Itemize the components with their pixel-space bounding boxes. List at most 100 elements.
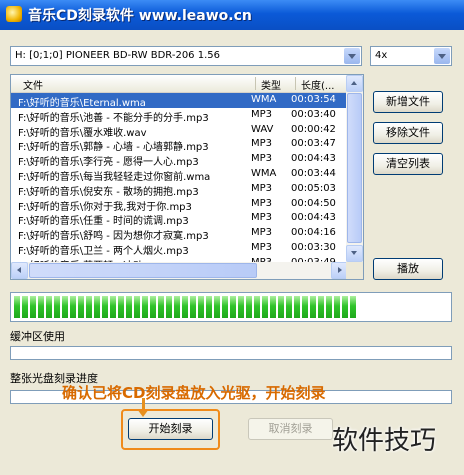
file-duration-cell: 00:03:47 xyxy=(291,138,336,150)
file-type-cell: MP3 xyxy=(251,182,273,194)
drive-select-value: H: [0;1;0] PIONEER BD-RW BDR-206 1.56 xyxy=(15,50,220,61)
table-row[interactable]: F:\好听的音乐\池善 - 不能分手的分手.mp3 MP3 00:03:40 xyxy=(11,108,347,124)
column-divider[interactable] xyxy=(295,77,296,90)
progress-segment xyxy=(126,296,132,318)
app-icon xyxy=(6,6,22,22)
file-duration-cell: 00:03:44 xyxy=(291,167,336,179)
progress-segment xyxy=(166,296,172,318)
file-name-cell: F:\好听的音乐\你对于我,我对于你.mp3 xyxy=(18,201,192,213)
column-header-type[interactable]: 类型 xyxy=(261,77,281,92)
column-header-file[interactable]: 文件 xyxy=(23,77,43,92)
progress-segment xyxy=(294,296,300,318)
burn-progress-bar xyxy=(10,292,452,322)
file-list[interactable]: 文件 类型 长度(... F:\好听的音乐\Eternal.wma WMA 00:0… xyxy=(10,74,364,280)
buffer-label: 缓冲区使用 xyxy=(10,330,65,343)
file-name-cell: F:\好听的音乐\舒鸣 - 因为想你才寂寞.mp3 xyxy=(18,231,209,243)
table-row[interactable]: F:\好听的音乐\卫兰 - 两个人烟火.mp3 MP3 00:03:30 xyxy=(11,241,347,257)
progress-segment xyxy=(142,296,148,318)
table-row[interactable]: F:\好听的音乐\覆水难收.wav WAV 00:00:42 xyxy=(11,123,347,139)
progress-segment xyxy=(326,296,332,318)
file-name-cell: F:\好听的音乐\郭静 - 心墙 - 心墙郭静.mp3 xyxy=(18,142,209,154)
file-type-cell: MP3 xyxy=(251,227,273,239)
file-name-cell: F:\好听的音乐\池善 - 不能分手的分手.mp3 xyxy=(18,112,209,124)
table-row[interactable]: F:\好听的音乐\Eternal.wma WMA 00:03:54 xyxy=(11,93,347,109)
progress-segment xyxy=(334,296,340,318)
progress-segment xyxy=(110,296,116,318)
table-row[interactable]: F:\好听的音乐\舒鸣 - 因为想你才寂寞.mp3 MP3 00:04:16 xyxy=(11,226,347,243)
table-row[interactable]: F:\好听的音乐\郭静 - 心墙 - 心墙郭静.mp3 MP3 00:03:47 xyxy=(11,137,347,154)
progress-segment xyxy=(54,296,60,318)
scroll-thumb[interactable] xyxy=(29,263,257,278)
cancel-burn-button: 取消刻录 xyxy=(248,418,333,440)
file-duration-cell: 00:04:50 xyxy=(291,197,336,209)
file-type-cell: MP3 xyxy=(251,241,273,253)
progress-segment xyxy=(22,296,28,318)
horizontal-scrollbar[interactable] xyxy=(11,262,348,279)
file-name-cell: F:\好听的音乐\李行亮 - 愿得一人心.mp3 xyxy=(18,157,199,169)
table-row[interactable]: F:\好听的音乐\李行亮 - 愿得一人心.mp3 MP3 00:04:43 xyxy=(11,152,347,169)
speed-select[interactable]: 4x xyxy=(370,46,452,66)
progress-segment xyxy=(230,296,236,318)
table-row[interactable]: F:\好听的音乐\倪安东 - 散场的拥抱.mp3 MP3 00:05:03 xyxy=(11,182,347,198)
file-name-cell: F:\好听的音乐\每当我轻轻走过你窗前.wma xyxy=(18,171,211,183)
table-row[interactable]: F:\好听的音乐\你对于我,我对于你.mp3 MP3 00:04:50 xyxy=(11,197,347,213)
progress-segment xyxy=(78,296,84,318)
progress-segment xyxy=(278,296,284,318)
file-duration-cell: 00:04:43 xyxy=(291,153,336,165)
column-divider[interactable] xyxy=(255,77,256,90)
drive-select[interactable]: H: [0;1;0] PIONEER BD-RW BDR-206 1.56 xyxy=(10,46,362,66)
vertical-scrollbar[interactable] xyxy=(346,75,363,262)
scroll-thumb[interactable] xyxy=(347,93,362,243)
progress-segment xyxy=(302,296,308,318)
file-name-cell: F:\好听的音乐\卫兰 - 两个人烟火.mp3 xyxy=(18,245,189,257)
progress-segment xyxy=(310,296,316,318)
column-header-duration[interactable]: 长度(... xyxy=(301,77,334,92)
progress-segment xyxy=(246,296,252,318)
scroll-corner xyxy=(346,262,363,279)
progress-segment xyxy=(262,296,268,318)
file-type-cell: WAV xyxy=(251,123,274,135)
file-type-cell: MP3 xyxy=(251,212,273,224)
progress-segment xyxy=(14,296,20,318)
list-header: 文件 类型 长度(... xyxy=(11,75,347,93)
remove-file-button[interactable]: 移除文件 xyxy=(373,122,443,144)
table-row[interactable]: F:\好听的音乐\每当我轻轻走过你窗前.wma WMA 00:03:44 xyxy=(11,167,347,183)
chevron-down-icon[interactable] xyxy=(434,48,450,64)
progress-segment xyxy=(350,296,356,318)
progress-segment xyxy=(150,296,156,318)
progress-segment xyxy=(342,296,348,318)
file-type-cell: MP3 xyxy=(251,138,273,150)
scroll-left-button[interactable] xyxy=(11,262,28,279)
chevron-down-icon[interactable] xyxy=(344,48,360,64)
add-file-button[interactable]: 新增文件 xyxy=(373,91,443,113)
file-name-cell: F:\好听的音乐\任重 - 时间的谎调.mp3 xyxy=(18,216,189,228)
scroll-up-button[interactable] xyxy=(346,75,363,92)
progress-segment xyxy=(94,296,100,318)
title-bar: 音乐CD刻录软件 www.leawo.cn xyxy=(0,0,464,30)
file-name-cell: F:\好听的音乐\Eternal.wma xyxy=(18,98,146,109)
progress-segment xyxy=(158,296,164,318)
progress-segment xyxy=(270,296,276,318)
progress-segment xyxy=(214,296,220,318)
watermark: 软件技巧 xyxy=(332,426,437,456)
file-type-cell: WMA xyxy=(251,94,277,105)
play-button[interactable]: 播放 xyxy=(373,258,443,280)
speed-select-value: 4x xyxy=(375,50,388,61)
scroll-down-button[interactable] xyxy=(346,245,363,262)
progress-segment xyxy=(286,296,292,318)
file-rows: F:\好听的音乐\Eternal.wma WMA 00:03:54 F:\好听的音乐\… xyxy=(11,93,347,279)
progress-segment xyxy=(62,296,68,318)
table-row[interactable]: F:\好听的音乐\任重 - 时间的谎调.mp3 MP3 00:04:43 xyxy=(11,211,347,228)
clear-list-button[interactable]: 清空列表 xyxy=(373,153,443,175)
file-name-cell: F:\好听的音乐\倪安东 - 散场的拥抱.mp3 xyxy=(18,186,199,198)
file-duration-cell: 00:03:54 xyxy=(291,94,336,105)
file-duration-cell: 00:04:16 xyxy=(291,227,336,239)
start-burn-button[interactable]: 开始刻录 xyxy=(128,418,213,440)
progress-segment xyxy=(182,296,188,318)
progress-segment xyxy=(70,296,76,318)
progress-segment xyxy=(102,296,108,318)
progress-segment xyxy=(38,296,44,318)
progress-segment xyxy=(30,296,36,318)
progress-segment xyxy=(222,296,228,318)
progress-segment xyxy=(174,296,180,318)
